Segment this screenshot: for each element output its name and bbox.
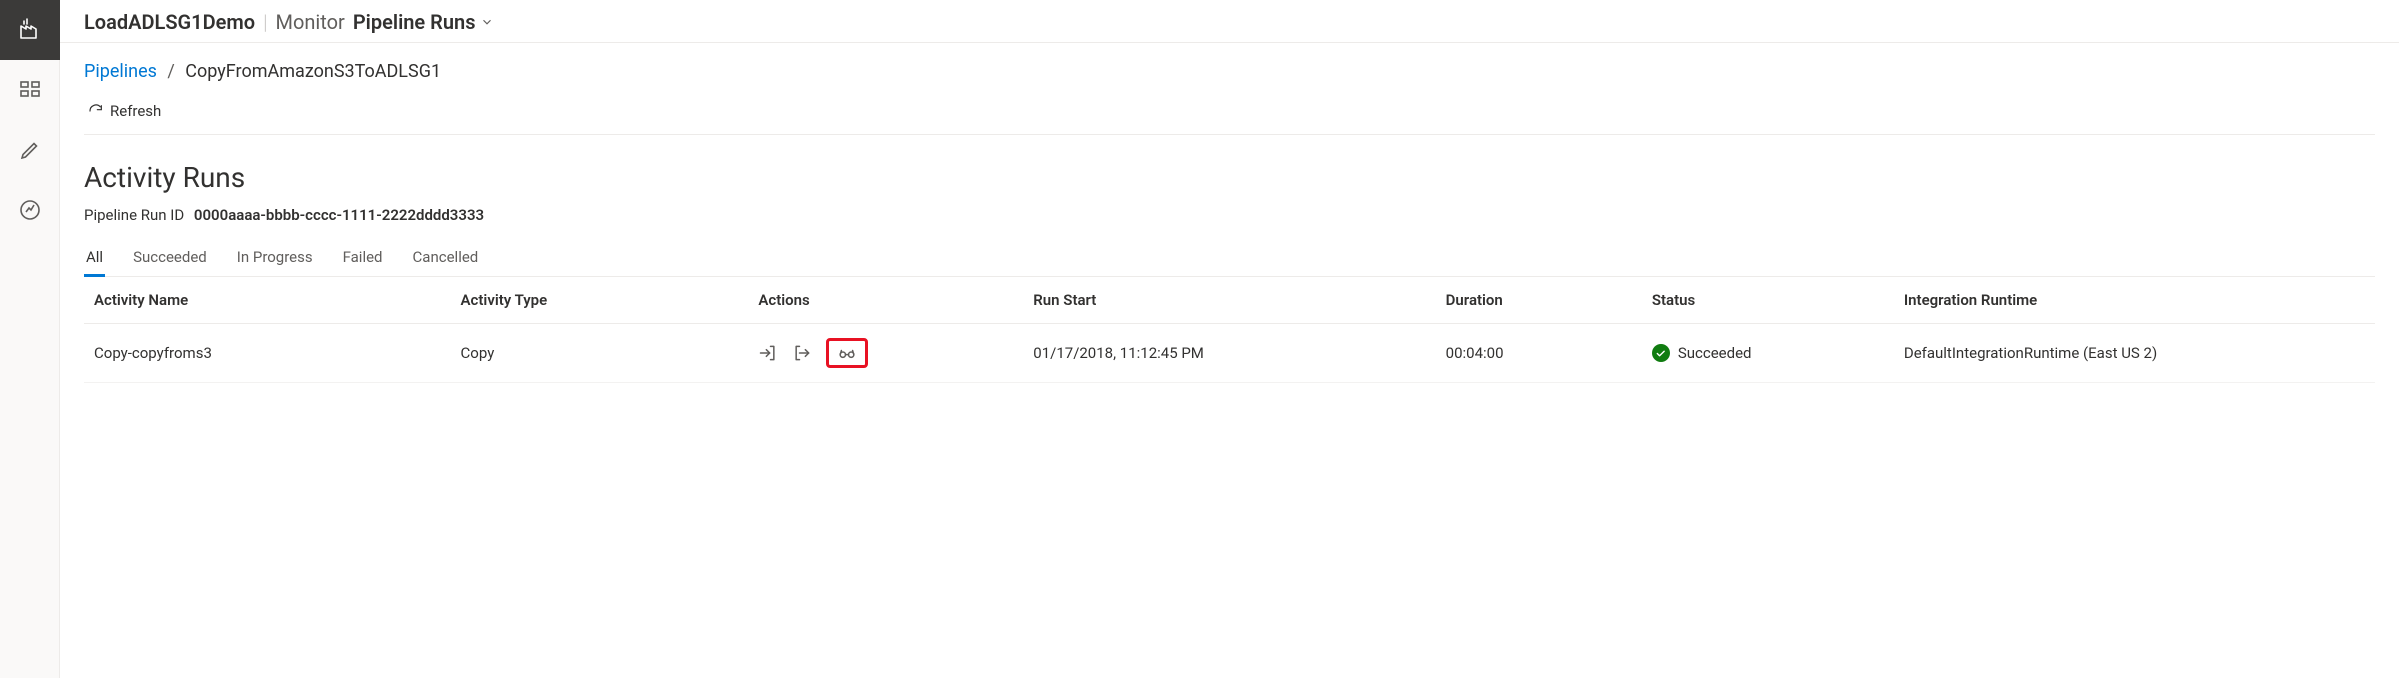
- tab-in-progress[interactable]: In Progress: [235, 242, 315, 276]
- breadcrumb-current: CopyFromAmazonS3ToADLSG1: [185, 61, 441, 82]
- topbar-subsection-dropdown[interactable]: Pipeline Runs: [353, 10, 495, 34]
- table-header-row: Activity Name Activity Type Actions Run …: [84, 277, 2375, 324]
- nav-data-factory-icon[interactable]: [0, 0, 60, 60]
- topbar: LoadADLSG1Demo | Monitor Pipeline Runs: [60, 0, 2399, 43]
- breadcrumb-root-link[interactable]: Pipelines: [84, 61, 157, 82]
- run-id-label: Pipeline Run ID: [84, 206, 184, 224]
- details-highlight: [826, 338, 868, 368]
- tab-failed[interactable]: Failed: [341, 242, 385, 276]
- tab-succeeded[interactable]: Succeeded: [131, 242, 209, 276]
- nav-overview-icon[interactable]: [0, 60, 60, 120]
- nav-monitor-icon[interactable]: [0, 180, 60, 240]
- col-duration[interactable]: Duration: [1436, 277, 1642, 324]
- cell-activity-name: Copy-copyfroms3: [84, 324, 451, 383]
- page-title: Activity Runs: [84, 161, 2375, 194]
- input-icon[interactable]: [758, 343, 778, 363]
- col-run-start[interactable]: Run Start: [1023, 277, 1435, 324]
- topbar-section: Monitor: [276, 10, 345, 34]
- cell-integration-runtime: DefaultIntegrationRuntime (East US 2): [1894, 324, 2375, 383]
- main-content: LoadADLSG1Demo | Monitor Pipeline Runs P…: [60, 0, 2399, 678]
- col-status[interactable]: Status: [1642, 277, 1894, 324]
- refresh-label: Refresh: [110, 102, 161, 120]
- table-row[interactable]: Copy-copyfroms3 Copy: [84, 324, 2375, 383]
- col-activity-name[interactable]: Activity Name: [84, 277, 451, 324]
- cell-status: Succeeded: [1642, 324, 1894, 383]
- success-check-icon: [1652, 344, 1670, 362]
- cell-actions: [748, 324, 1023, 383]
- topbar-divider: |: [263, 10, 267, 34]
- topbar-subsection-label: Pipeline Runs: [353, 10, 476, 34]
- chevron-down-icon: [480, 15, 494, 29]
- col-activity-type[interactable]: Activity Type: [451, 277, 749, 324]
- cell-run-start: 01/17/2018, 11:12:45 PM: [1023, 324, 1435, 383]
- refresh-icon: [88, 103, 104, 119]
- cell-activity-type: Copy: [451, 324, 749, 383]
- glasses-details-icon[interactable]: [837, 343, 857, 363]
- activity-runs-table: Activity Name Activity Type Actions Run …: [84, 277, 2375, 383]
- pipeline-run-id: Pipeline Run ID 0000aaaa-bbbb-cccc-1111-…: [84, 206, 2375, 224]
- left-nav-rail: [0, 0, 60, 678]
- status-filter-tabs: All Succeeded In Progress Failed Cancell…: [84, 242, 2375, 277]
- status-text: Succeeded: [1678, 344, 1752, 362]
- breadcrumb: Pipelines / CopyFromAmazonS3ToADLSG1: [84, 61, 2375, 82]
- run-id-value: 0000aaaa-bbbb-cccc-1111-2222dddd3333: [194, 206, 484, 224]
- refresh-button[interactable]: Refresh: [84, 96, 2375, 135]
- col-integration-runtime[interactable]: Integration Runtime: [1894, 277, 2375, 324]
- tab-all[interactable]: All: [84, 242, 105, 276]
- col-actions[interactable]: Actions: [748, 277, 1023, 324]
- breadcrumb-separator: /: [161, 61, 180, 82]
- nav-author-icon[interactable]: [0, 120, 60, 180]
- cell-duration: 00:04:00: [1436, 324, 1642, 383]
- resource-name: LoadADLSG1Demo: [84, 10, 255, 34]
- tab-cancelled[interactable]: Cancelled: [411, 242, 481, 276]
- output-icon[interactable]: [792, 343, 812, 363]
